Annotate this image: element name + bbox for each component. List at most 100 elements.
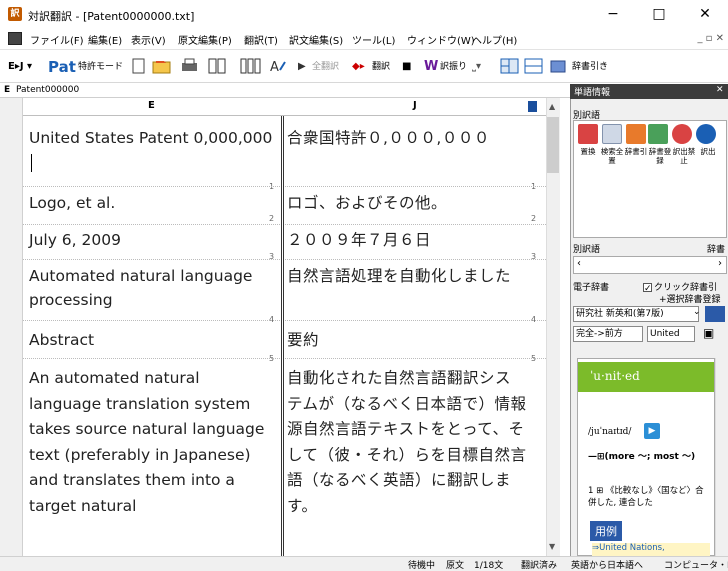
title-bar: 訳 対訳翻訳 - [Patent0000000.txt] − □ ✕ <box>0 0 728 28</box>
side-panel-header: 単語情報 ✕ <box>570 84 728 99</box>
source-cell[interactable]: Logo, et al. <box>29 191 274 215</box>
minimize-button[interactable]: − <box>590 0 636 28</box>
menu-tools[interactable]: ツール(L) <box>352 32 395 47</box>
menu-source-edit[interactable]: 原文編集(P) <box>178 32 232 47</box>
output-label: 訳出 <box>700 147 716 156</box>
binoculars-icon[interactable]: ▣ <box>703 326 714 340</box>
document-tab[interactable]: Patent000000 <box>16 85 79 95</box>
assign-logo-icon: W <box>424 59 439 74</box>
target-cell[interactable]: ２００９年７月６日 <box>287 228 532 253</box>
side-panel: 別訳語 置換 検索全置 辞書引 辞書登録 訳出禁止 訳出 別訳語 辞書 ‹ › … <box>570 84 728 557</box>
checkbox-icon[interactable]: ✓ <box>643 283 652 294</box>
target-cell[interactable]: 合衆国特許０,０００,０００ <box>287 126 532 151</box>
play-audio-icon[interactable]: ▶ <box>644 423 660 439</box>
alt-list-label: 別訳語 <box>573 245 601 255</box>
row-separator <box>23 224 546 225</box>
scroll-down-icon[interactable]: ▼ <box>549 542 555 551</box>
new-document-icon[interactable] <box>132 55 146 79</box>
status-mode: 原文 <box>446 561 465 571</box>
scrollbar-thumb[interactable] <box>547 117 559 173</box>
row-gutter <box>0 98 23 556</box>
dictionary-book-icon[interactable] <box>705 306 725 322</box>
column-header-e: E <box>148 100 155 111</box>
scroll-left-icon[interactable]: ‹ <box>577 258 581 269</box>
replace-label: 置換 <box>580 147 596 156</box>
target-cell[interactable]: 自動化された自然言語翻訳システムが（なるべく日本語で）情報源自然言語テキストをと… <box>287 366 527 519</box>
dictionary-register-icon[interactable] <box>648 124 668 144</box>
match-mode-select[interactable]: 完全->前方 <box>573 326 643 342</box>
document-tab-bar: E Patent000000 <box>0 84 570 98</box>
menu-view[interactable]: 表示(V) <box>131 32 166 47</box>
translate-all-button[interactable]: 全翻訳 <box>312 55 339 79</box>
row-separator <box>23 320 546 321</box>
status-direction: 英語から日本語へ <box>571 561 644 571</box>
dictionary-icon[interactable] <box>550 55 568 79</box>
maximize-button[interactable]: □ <box>636 0 682 28</box>
target-cell[interactable]: ロゴ、およびその他。 <box>287 191 532 216</box>
open-folder-icon[interactable] <box>152 55 174 79</box>
alt-list-col-dict: 辞書 <box>707 245 726 255</box>
close-button[interactable]: ✕ <box>682 0 728 28</box>
row-number: 2 <box>269 214 275 223</box>
chevron-down-icon[interactable]: ⌄ <box>693 307 701 317</box>
query-input[interactable]: United <box>647 326 695 342</box>
output-icon[interactable] <box>696 124 716 144</box>
definition-pos: —⊞(more 〜; most 〜) <box>588 452 696 462</box>
font-settings-icon[interactable]: A <box>268 55 288 79</box>
document-icon[interactable] <box>8 32 22 45</box>
example-tag[interactable]: 用例 <box>590 521 622 541</box>
window-title: 対訳翻訳 - [Patent0000000.txt] <box>28 10 195 23</box>
dictionary-lookup-icon[interactable] <box>626 124 646 144</box>
dropdown-caret-icon[interactable]: ⎵▾ <box>472 55 481 79</box>
column-divider[interactable] <box>281 116 284 556</box>
target-cell[interactable]: 自然言語処理を自動化しました <box>287 264 532 289</box>
register-label: 辞書登録 <box>648 147 672 165</box>
split-view-icon[interactable] <box>500 55 520 79</box>
stop-button[interactable]: ■ <box>402 55 411 79</box>
menu-file[interactable]: ファイル(F) <box>30 32 84 47</box>
horizontal-split-icon[interactable] <box>524 55 544 79</box>
target-cell[interactable]: 要約 <box>287 328 532 353</box>
menu-help[interactable]: ヘルプ(H) <box>472 32 517 47</box>
source-cell[interactable]: Automated natural language processing <box>29 264 274 312</box>
alt-list-scroll[interactable]: ‹ › <box>573 256 727 274</box>
entry-scrollbar[interactable] <box>715 358 727 556</box>
print-icon[interactable] <box>180 55 200 79</box>
search-all-label: 検索全置 <box>600 147 624 165</box>
source-cell[interactable]: July 6, 2009 <box>29 228 274 252</box>
replace-icon[interactable] <box>578 124 598 144</box>
entry-headword-bar: ˈu·nit·ed <box>578 362 714 392</box>
definition-text: 1 ⊞ 《比較なし》〈国など〉合併した, 連合した <box>588 486 704 508</box>
status-bar: 待機中 原文 1/18文 翻訳済み 英語から日本語へ コンピュータ・IT <box>0 556 728 571</box>
example-link[interactable]: ⇒United Nations, <box>592 543 710 557</box>
menu-edit[interactable]: 編集(E) <box>88 32 122 47</box>
row-separator <box>23 259 546 260</box>
tab-letter: E <box>4 85 11 95</box>
text-caret <box>31 153 32 172</box>
scroll-right-icon[interactable]: › <box>718 258 722 269</box>
patent-mode-button[interactable]: 特許モード <box>78 55 123 79</box>
source-cell[interactable]: An automated natural language translatio… <box>29 366 271 519</box>
prohibit-icon[interactable] <box>672 124 692 144</box>
mdi-controls[interactable]: _ ▫ ✕ <box>697 33 724 44</box>
source-cell[interactable]: United States Patent 0,000,000 <box>29 126 274 174</box>
translate-button[interactable]: 翻訳 <box>372 55 390 79</box>
add-dictionary-link[interactable]: +選択辞書登録 <box>659 292 721 305</box>
dictionary-lookup-button[interactable]: 辞書引き <box>572 55 608 79</box>
row-separator <box>23 186 546 187</box>
layout-vertical-icon[interactable] <box>208 55 228 79</box>
layout-columns-icon[interactable] <box>240 55 262 79</box>
assign-translation-button[interactable]: 訳振り <box>440 55 467 79</box>
menu-window[interactable]: ウィンドウ(W) <box>407 32 475 47</box>
direction-dropdown[interactable]: E▸J ▾ <box>8 55 32 79</box>
menu-translate[interactable]: 翻訳(T) <box>244 32 278 47</box>
search-icon[interactable] <box>602 124 622 144</box>
menu-target-edit[interactable]: 訳文編集(S) <box>289 32 343 47</box>
translate-arrow-icon[interactable]: ◆▸ <box>352 55 365 79</box>
scroll-up-icon[interactable]: ▲ <box>549 102 555 111</box>
play-icon[interactable]: ▶ <box>298 55 306 79</box>
translation-grid[interactable]: United States Patent 0,000,000 合衆国特許０,００… <box>23 116 546 556</box>
close-icon[interactable]: ✕ <box>716 85 724 95</box>
source-cell[interactable]: Abstract <box>29 328 274 352</box>
dictionary-select[interactable]: 研究社 新英和(第7版) <box>573 306 699 322</box>
